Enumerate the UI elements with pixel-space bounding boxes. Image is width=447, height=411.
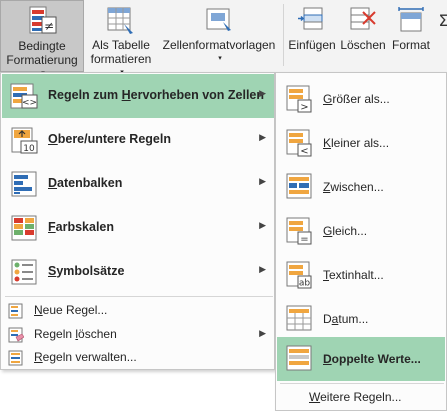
insert-cells-icon (296, 4, 328, 39)
menu-item-label: Datenbalken (48, 176, 123, 190)
submenu-item-duplicate-values[interactable]: Doppelte Werte... (277, 337, 445, 381)
svg-text:<>: <> (22, 98, 37, 108)
submenu-arrow-icon: ▶ (259, 264, 266, 274)
format-as-table-button[interactable]: Als Tabelle formatieren▾ (86, 0, 156, 76)
menu-item-label: Neue Regel... (34, 303, 108, 317)
submenu-item-label: Doppelte Werte... (323, 352, 421, 366)
insert-label: Einfügen (288, 38, 336, 52)
manage-rules-icon (8, 350, 24, 366)
submenu-item-label: Kleiner als... (323, 136, 390, 150)
between-icon (285, 171, 315, 203)
submenu-item-date-occurring[interactable]: Datum... (277, 297, 445, 341)
menu-item-manage-rules[interactable]: Regeln verwalten... (2, 345, 274, 369)
menu-item-data-bars[interactable]: Datenbalken ▶ (2, 162, 274, 206)
submenu-item-label: Gleich... (323, 224, 368, 238)
greater-than-icon: > (285, 83, 315, 115)
delete-label: Löschen (340, 38, 386, 52)
delete-cells-icon (347, 4, 379, 39)
submenu-separator (280, 383, 444, 384)
submenu-item-less-than[interactable]: < Kleiner als... (277, 121, 445, 165)
data-bars-icon (9, 169, 39, 199)
menu-item-top-bottom-rules[interactable]: 10 Obere/untere Regeln ▶ (2, 118, 274, 162)
menu-item-label: Regeln verwalten... (34, 350, 137, 364)
svg-text:>: > (300, 102, 308, 113)
table-format-icon (105, 4, 137, 39)
submenu-arrow-icon: ▶ (259, 176, 266, 186)
conditional-formatting-menu: <> Regeln zum Hervorheben von Zellen ▶ 1… (0, 72, 275, 370)
format-label: Format (391, 38, 430, 52)
conditional-formatting-button[interactable]: ≠ Bedingte Formatierung▾ (0, 0, 84, 77)
submenu-arrow-icon: ▶ (259, 88, 266, 98)
edit-group-icon: Σ (439, 4, 447, 39)
conditional-formatting-label-1: Bedingte (18, 39, 66, 53)
cell-styles-icon (203, 4, 235, 39)
submenu-item-greater-than[interactable]: > Größer als... (277, 77, 445, 121)
menu-item-clear-rules[interactable]: Regeln löschen ▶ (2, 322, 274, 346)
submenu-arrow-icon: ▶ (259, 328, 266, 338)
menu-item-color-scales[interactable]: Farbskalen ▶ (2, 206, 274, 250)
cell-styles-label: Zellenformatvorlagen (162, 38, 276, 52)
new-rule-icon (8, 303, 24, 319)
menu-item-label: Symbolsätze (48, 264, 125, 278)
submenu-item-equal-to[interactable]: = Gleich... (277, 209, 445, 253)
duplicate-values-icon (285, 343, 315, 375)
menu-item-icon-sets[interactable]: Symbolsätze ▶ (2, 250, 274, 294)
insert-button[interactable]: Einfügen (286, 0, 338, 72)
svg-text:Σ: Σ (439, 11, 447, 30)
menu-item-label: Obere/untere Regeln (48, 132, 171, 146)
format-cells-icon (395, 4, 427, 39)
ribbon-group-separator (283, 4, 284, 66)
menu-item-new-rule[interactable]: Neue Regel... (2, 298, 274, 322)
format-as-table-label-2: formatieren (90, 52, 152, 66)
submenu-arrow-icon: ▶ (259, 132, 266, 142)
ribbon-overflow[interactable]: Σ (436, 0, 447, 72)
delete-button[interactable]: Löschen (338, 0, 388, 72)
date-occurring-icon (285, 303, 315, 335)
format-as-table-label-1: Als Tabelle (92, 38, 150, 52)
submenu-item-label: Datum... (323, 312, 369, 326)
submenu-item-text-contains[interactable]: ab Textinhalt... (277, 253, 445, 297)
clear-rules-icon (8, 327, 25, 343)
highlight-rules-icon: <> (9, 81, 39, 111)
icon-sets-icon (9, 257, 39, 287)
format-button[interactable]: Format (388, 0, 434, 72)
less-than-icon: < (285, 127, 315, 159)
svg-text:≠: ≠ (44, 19, 54, 33)
menu-item-label: Regeln zum Hervorheben von Zellen (48, 88, 265, 102)
ribbon: ≠ Bedingte Formatierung▾ Als Tabelle for… (0, 0, 447, 77)
submenu-item-more-rules[interactable]: Weitere Regeln... (277, 385, 445, 409)
svg-text:ab: ab (299, 279, 311, 289)
highlight-rules-submenu: > Größer als... < Kleiner als... Zwische… (275, 72, 447, 411)
menu-item-label: Farbskalen (48, 220, 115, 234)
submenu-arrow-icon: ▶ (259, 220, 266, 230)
equal-to-icon: = (285, 215, 315, 247)
top-bottom-rules-icon: 10 (9, 125, 39, 155)
color-scales-icon (9, 213, 39, 243)
submenu-item-label: Weitere Regeln... (309, 390, 402, 404)
text-contains-icon: ab (285, 259, 315, 291)
submenu-item-between[interactable]: Zwischen... (277, 165, 445, 209)
submenu-item-label: Zwischen... (323, 180, 384, 194)
svg-text:10: 10 (23, 144, 35, 154)
submenu-item-label: Größer als... (323, 92, 390, 106)
conditional-formatting-icon: ≠ (26, 5, 58, 40)
menu-separator (5, 296, 273, 297)
conditional-formatting-label-2: Formatierung (6, 53, 78, 67)
svg-text:<: < (300, 146, 308, 157)
svg-text:=: = (300, 234, 308, 245)
menu-item-label: Regeln löschen (34, 327, 117, 341)
dropdown-caret-icon: ▾ (218, 55, 222, 62)
cell-styles-button[interactable]: Zellenformatvorlagen ▾ (158, 0, 280, 72)
menu-item-highlight-rules[interactable]: <> Regeln zum Hervorheben von Zellen ▶ (2, 74, 274, 118)
submenu-item-label: Textinhalt... (323, 268, 384, 282)
